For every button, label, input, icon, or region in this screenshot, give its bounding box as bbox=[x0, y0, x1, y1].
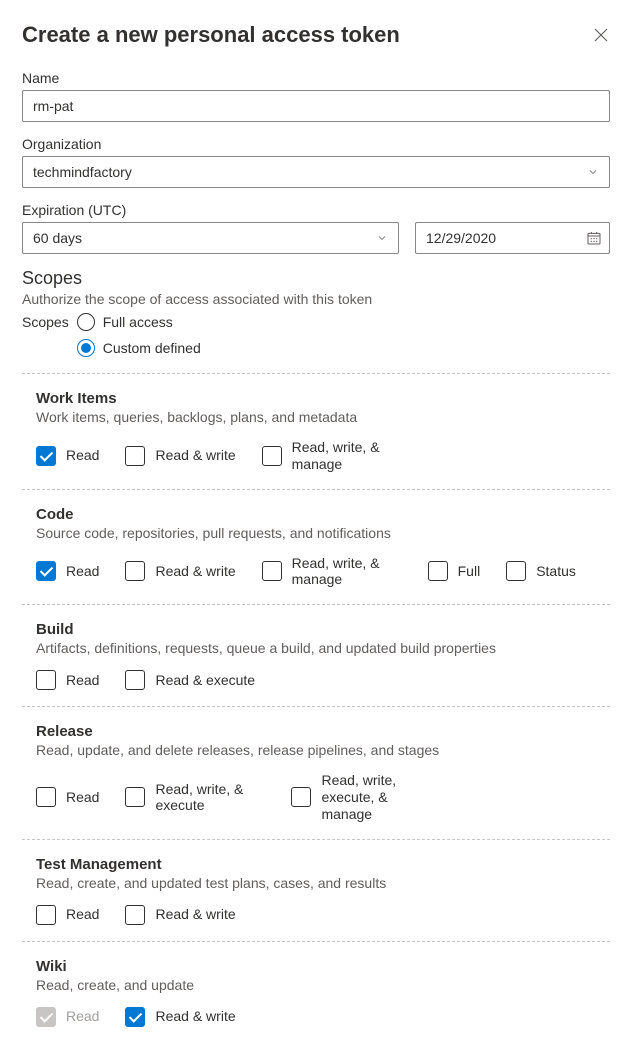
checkbox-workitems-manage[interactable]: Read, write, & manage bbox=[262, 439, 402, 473]
expiration-duration-select[interactable]: 60 days bbox=[22, 222, 399, 254]
scope-section-release: Release Read, update, and delete release… bbox=[22, 707, 610, 839]
checkbox-label: Read & write bbox=[155, 563, 235, 580]
checkbox-label: Status bbox=[536, 563, 576, 580]
checkbox-code-status[interactable]: Status bbox=[506, 555, 576, 589]
checkbox-icon bbox=[36, 561, 56, 581]
checkbox-code-full[interactable]: Full bbox=[428, 555, 481, 589]
checkbox-icon bbox=[36, 905, 56, 925]
chevron-down-icon bbox=[376, 232, 388, 244]
checkbox-label: Read & write bbox=[155, 1008, 235, 1025]
scope-title: Work Items bbox=[36, 390, 610, 407]
checkbox-icon bbox=[262, 446, 282, 466]
scope-title: Test Management bbox=[36, 856, 610, 873]
checkbox-icon bbox=[125, 561, 145, 581]
checkbox-workitems-read[interactable]: Read bbox=[36, 439, 99, 473]
checkbox-test-read[interactable]: Read bbox=[36, 905, 99, 925]
checkbox-icon bbox=[36, 670, 56, 690]
scope-title: Wiki bbox=[36, 958, 610, 975]
radio-full-access[interactable]: Full access bbox=[77, 311, 201, 333]
organization-select[interactable]: techmindfactory bbox=[22, 156, 610, 188]
scope-section-test: Test Management Read, create, and update… bbox=[22, 840, 610, 942]
checkbox-label: Read bbox=[66, 563, 99, 580]
expiration-label: Expiration (UTC) bbox=[22, 202, 610, 218]
checkbox-label: Read, write, & execute bbox=[155, 781, 265, 815]
checkbox-code-readwrite[interactable]: Read & write bbox=[125, 555, 235, 589]
scopes-heading: Scopes bbox=[22, 268, 610, 289]
checkbox-label: Read & write bbox=[155, 906, 235, 923]
checkbox-label: Read, write, & manage bbox=[292, 555, 402, 589]
checkbox-label: Read bbox=[66, 1008, 99, 1025]
checkbox-release-execute[interactable]: Read, write, & execute bbox=[125, 772, 265, 822]
checkbox-icon bbox=[428, 561, 448, 581]
chevron-down-icon bbox=[587, 166, 599, 178]
scope-desc: Work items, queries, backlogs, plans, an… bbox=[36, 409, 610, 425]
radio-icon bbox=[77, 313, 95, 331]
checkbox-icon bbox=[125, 670, 145, 690]
scope-desc: Read, create, and update bbox=[36, 977, 610, 993]
checkbox-label: Full bbox=[458, 563, 481, 580]
radio-custom-defined[interactable]: Custom defined bbox=[77, 337, 201, 359]
scope-section-workitems: Work Items Work items, queries, backlogs… bbox=[22, 374, 610, 490]
scope-title: Code bbox=[36, 506, 610, 523]
scope-desc: Read, update, and delete releases, relea… bbox=[36, 742, 610, 758]
checkbox-release-manage[interactable]: Read, write, execute, & manage bbox=[291, 772, 431, 822]
page-title: Create a new personal access token bbox=[22, 22, 400, 48]
radio-label: Custom defined bbox=[103, 340, 201, 356]
scopes-side-label: Scopes bbox=[22, 311, 69, 333]
checkbox-release-read[interactable]: Read bbox=[36, 772, 99, 822]
checkbox-label: Read bbox=[66, 789, 99, 806]
checkbox-label: Read, write, & manage bbox=[292, 439, 402, 473]
organization-value: techmindfactory bbox=[33, 164, 132, 180]
radio-label: Full access bbox=[103, 314, 173, 330]
checkbox-icon bbox=[262, 561, 282, 581]
scope-title: Build bbox=[36, 621, 610, 638]
scopes-subtitle: Authorize the scope of access associated… bbox=[22, 291, 610, 307]
checkbox-icon bbox=[125, 787, 145, 807]
checkbox-test-readwrite[interactable]: Read & write bbox=[125, 905, 235, 925]
scope-section-wiki: Wiki Read, create, and update Read Read … bbox=[22, 942, 610, 1037]
scope-desc: Read, create, and updated test plans, ca… bbox=[36, 875, 610, 891]
radio-icon bbox=[77, 339, 95, 357]
organization-label: Organization bbox=[22, 136, 610, 152]
checkbox-code-read[interactable]: Read bbox=[36, 555, 99, 589]
checkbox-icon bbox=[36, 787, 56, 807]
checkbox-build-execute[interactable]: Read & execute bbox=[125, 670, 255, 690]
scope-section-build: Build Artifacts, definitions, requests, … bbox=[22, 605, 610, 707]
expiration-date-input[interactable] bbox=[415, 222, 610, 254]
scope-desc: Artifacts, definitions, requests, queue … bbox=[36, 640, 610, 656]
checkbox-label: Read, write, execute, & manage bbox=[321, 772, 431, 822]
checkbox-label: Read bbox=[66, 672, 99, 689]
checkbox-label: Read bbox=[66, 447, 99, 464]
checkbox-icon bbox=[125, 905, 145, 925]
expiration-duration-value: 60 days bbox=[33, 230, 82, 246]
checkbox-build-read[interactable]: Read bbox=[36, 670, 99, 690]
scope-title: Release bbox=[36, 723, 610, 740]
name-label: Name bbox=[22, 70, 610, 86]
checkbox-workitems-readwrite[interactable]: Read & write bbox=[125, 439, 235, 473]
close-icon[interactable] bbox=[592, 26, 610, 44]
checkbox-code-manage[interactable]: Read, write, & manage bbox=[262, 555, 402, 589]
name-input[interactable] bbox=[22, 90, 610, 122]
checkbox-icon bbox=[506, 561, 526, 581]
checkbox-label: Read bbox=[66, 906, 99, 923]
scope-desc: Source code, repositories, pull requests… bbox=[36, 525, 610, 541]
checkbox-label: Read & execute bbox=[155, 672, 255, 689]
checkbox-label: Read & write bbox=[155, 447, 235, 464]
checkbox-icon bbox=[36, 446, 56, 466]
checkbox-icon bbox=[125, 446, 145, 466]
scope-section-code: Code Source code, repositories, pull req… bbox=[22, 490, 610, 606]
checkbox-icon bbox=[291, 787, 311, 807]
